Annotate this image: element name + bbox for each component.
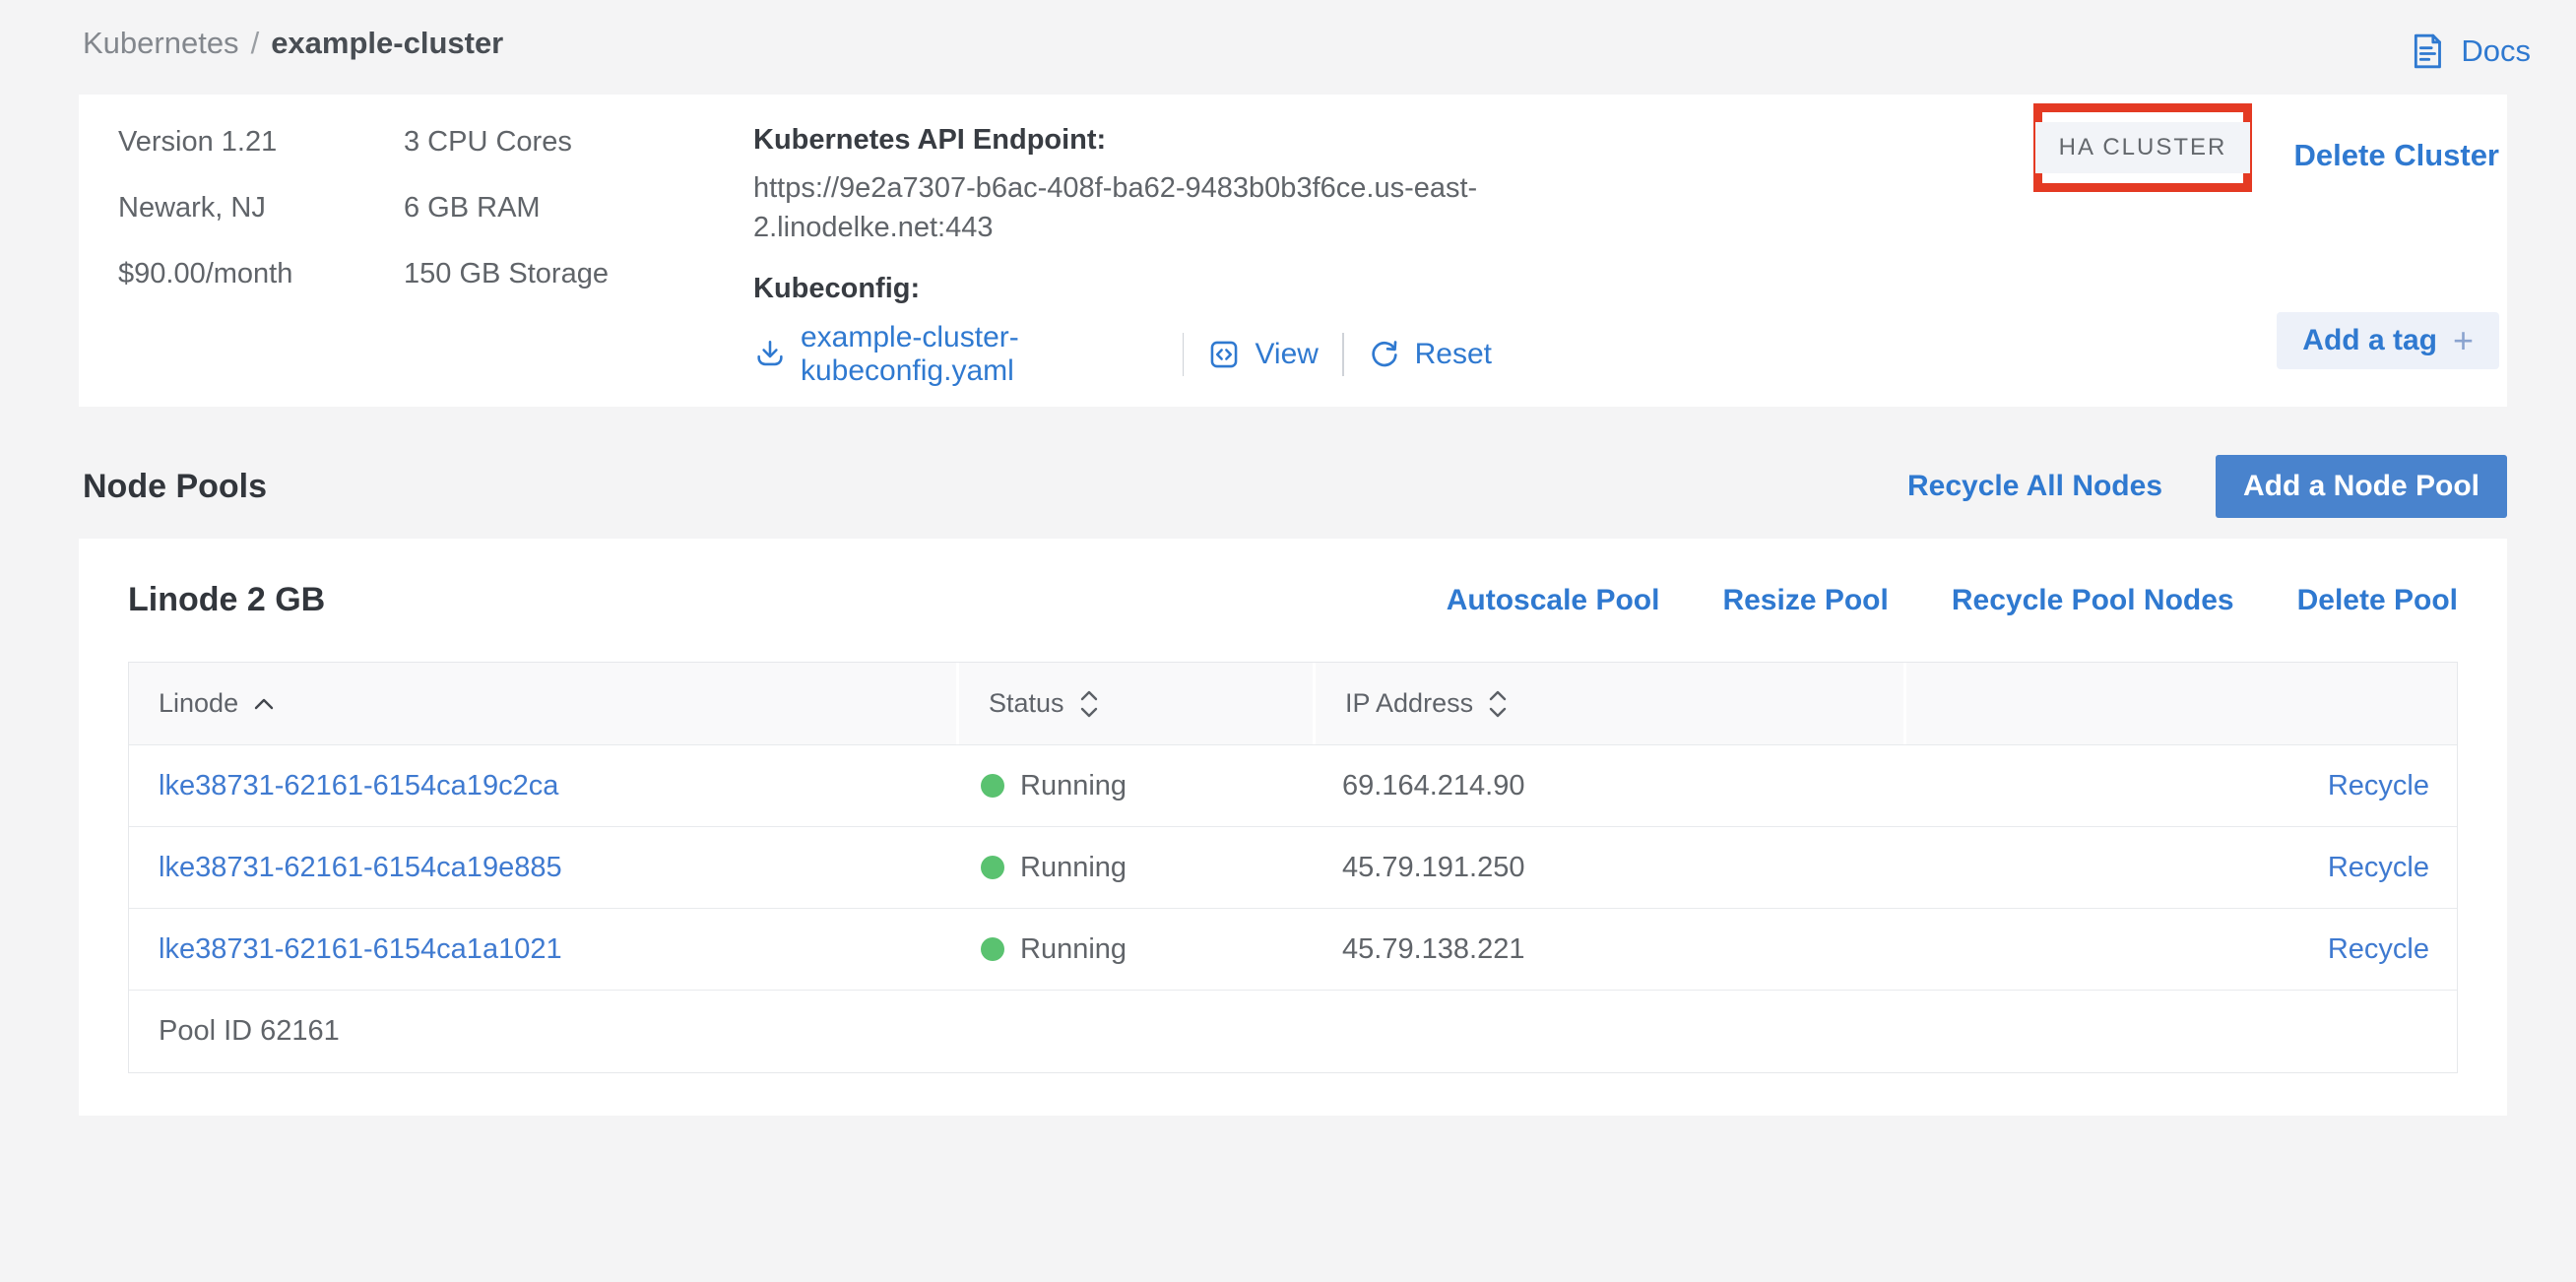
pool-actions: Autoscale Pool Resize Pool Recycle Pool … [1447,584,2458,617]
header-label-linode: Linode [159,688,238,719]
spec-column-2: 3 CPU Cores 6 GB RAM 150 GB Storage [404,109,609,307]
pool-action-autoscale[interactable]: Autoscale Pool [1447,584,1660,617]
docs-icon [2408,32,2447,71]
annotation-highlight-box: HA CLUSTER [2033,103,2252,192]
view-label: View [1255,338,1318,371]
kubeconfig-label: Kubeconfig: [753,273,1492,305]
pool-action-resize[interactable]: Resize Pool [1722,584,1888,617]
view-kubeconfig-button[interactable]: View [1207,338,1318,371]
docs-label: Docs [2461,33,2531,69]
status-indicator: Running [956,933,1313,966]
api-endpoint-block: Kubernetes API Endpoint: https://9e2a730… [753,124,1492,388]
kubeconfig-download-link[interactable]: example-cluster-kubeconfig.yaml [753,321,1159,388]
add-tag-label: Add a tag [2302,324,2437,357]
spec-price: $90.00/month [118,241,292,307]
add-node-pool-button[interactable]: Add a Node Pool [2216,455,2507,518]
ip-address: 45.79.191.250 [1313,852,1903,884]
kubeconfig-filename: example-cluster-kubeconfig.yaml [801,321,1159,388]
delete-cluster-button[interactable]: Delete Cluster [2294,138,2499,173]
divider [1183,333,1185,376]
node-pools-title: Node Pools [83,468,267,506]
breadcrumb-separator: / [251,26,260,61]
recycle-button[interactable]: Recycle [2328,852,2429,884]
breadcrumb-section-link[interactable]: Kubernetes [83,26,239,61]
nodes-table: Linode Status IP Address [128,662,2458,1073]
code-view-icon [1207,338,1241,371]
table-header-row: Linode Status IP Address [129,663,2457,744]
reset-icon [1368,338,1401,371]
spec-ram: 6 GB RAM [404,175,609,241]
status-indicator: Running [956,852,1313,884]
pool-header: Linode 2 GB Autoscale Pool Resize Pool R… [79,539,2507,662]
node-pools-header: Node Pools Recycle All Nodes Add a Node … [83,445,2507,528]
breadcrumb: Kubernetes / example-cluster [83,26,503,61]
api-endpoint-label: Kubernetes API Endpoint: [753,124,1492,157]
spec-column-1: Version 1.21 Newark, NJ $90.00/month [118,109,292,307]
cluster-summary-card: Version 1.21 Newark, NJ $90.00/month 3 C… [79,95,2507,407]
docs-link[interactable]: Docs [2408,32,2531,71]
plus-icon: + [2453,323,2474,358]
ip-address: 69.164.214.90 [1313,770,1903,802]
add-tag-button[interactable]: Add a tag + [2277,312,2499,369]
recycle-button[interactable]: Recycle [2328,933,2429,966]
sort-both-icon [1078,688,1100,720]
kubeconfig-actions-row: example-cluster-kubeconfig.yaml View [753,321,1492,388]
recycle-button[interactable]: Recycle [2328,770,2429,802]
status-indicator: Running [956,770,1313,802]
status-dot [981,774,1004,798]
table-row: lke38731-62161-6154ca1a1021 Running 45.7… [129,908,2457,990]
download-icon [753,338,787,371]
breadcrumb-current: example-cluster [271,26,503,61]
header-label-status: Status [989,688,1064,719]
node-link[interactable]: lke38731-62161-6154ca1a1021 [159,933,562,965]
status-text: Running [1020,933,1127,966]
sort-ascending-icon [252,696,276,711]
spec-region: Newark, NJ [118,175,292,241]
status-text: Running [1020,770,1127,802]
table-header-actions [1903,663,2457,744]
status-dot [981,856,1004,879]
ha-cluster-badge: HA CLUSTER [2035,122,2251,173]
reset-kubeconfig-button[interactable]: Reset [1368,338,1492,371]
spec-cpu: 3 CPU Cores [404,109,609,175]
pool-id-footer: Pool ID 62161 [129,990,2457,1072]
recycle-all-nodes-button[interactable]: Recycle All Nodes [1907,470,2162,503]
api-endpoint-url: https://9e2a7307-b6ac-408f-ba62-9483b0b3… [753,168,1492,247]
status-dot [981,937,1004,961]
spec-version: Version 1.21 [118,109,292,175]
spec-storage: 150 GB Storage [404,241,609,307]
divider [1342,333,1344,376]
node-link[interactable]: lke38731-62161-6154ca19c2ca [159,770,558,801]
table-header-ip[interactable]: IP Address [1313,663,1903,744]
ip-address: 45.79.138.221 [1313,933,1903,966]
pool-action-delete[interactable]: Delete Pool [2297,584,2458,617]
reset-label: Reset [1415,338,1492,371]
table-header-status[interactable]: Status [956,663,1313,744]
table-header-linode[interactable]: Linode [129,663,956,744]
header-label-ip: IP Address [1345,688,1473,719]
node-pool-card: Linode 2 GB Autoscale Pool Resize Pool R… [79,539,2507,1116]
status-text: Running [1020,852,1127,884]
table-row: lke38731-62161-6154ca19e885 Running 45.7… [129,826,2457,908]
sort-both-icon [1487,688,1509,720]
table-row: lke38731-62161-6154ca19c2ca Running 69.1… [129,744,2457,826]
pool-action-recycle-nodes[interactable]: Recycle Pool Nodes [1952,584,2234,617]
node-link[interactable]: lke38731-62161-6154ca19e885 [159,852,562,883]
pool-name: Linode 2 GB [128,581,325,619]
